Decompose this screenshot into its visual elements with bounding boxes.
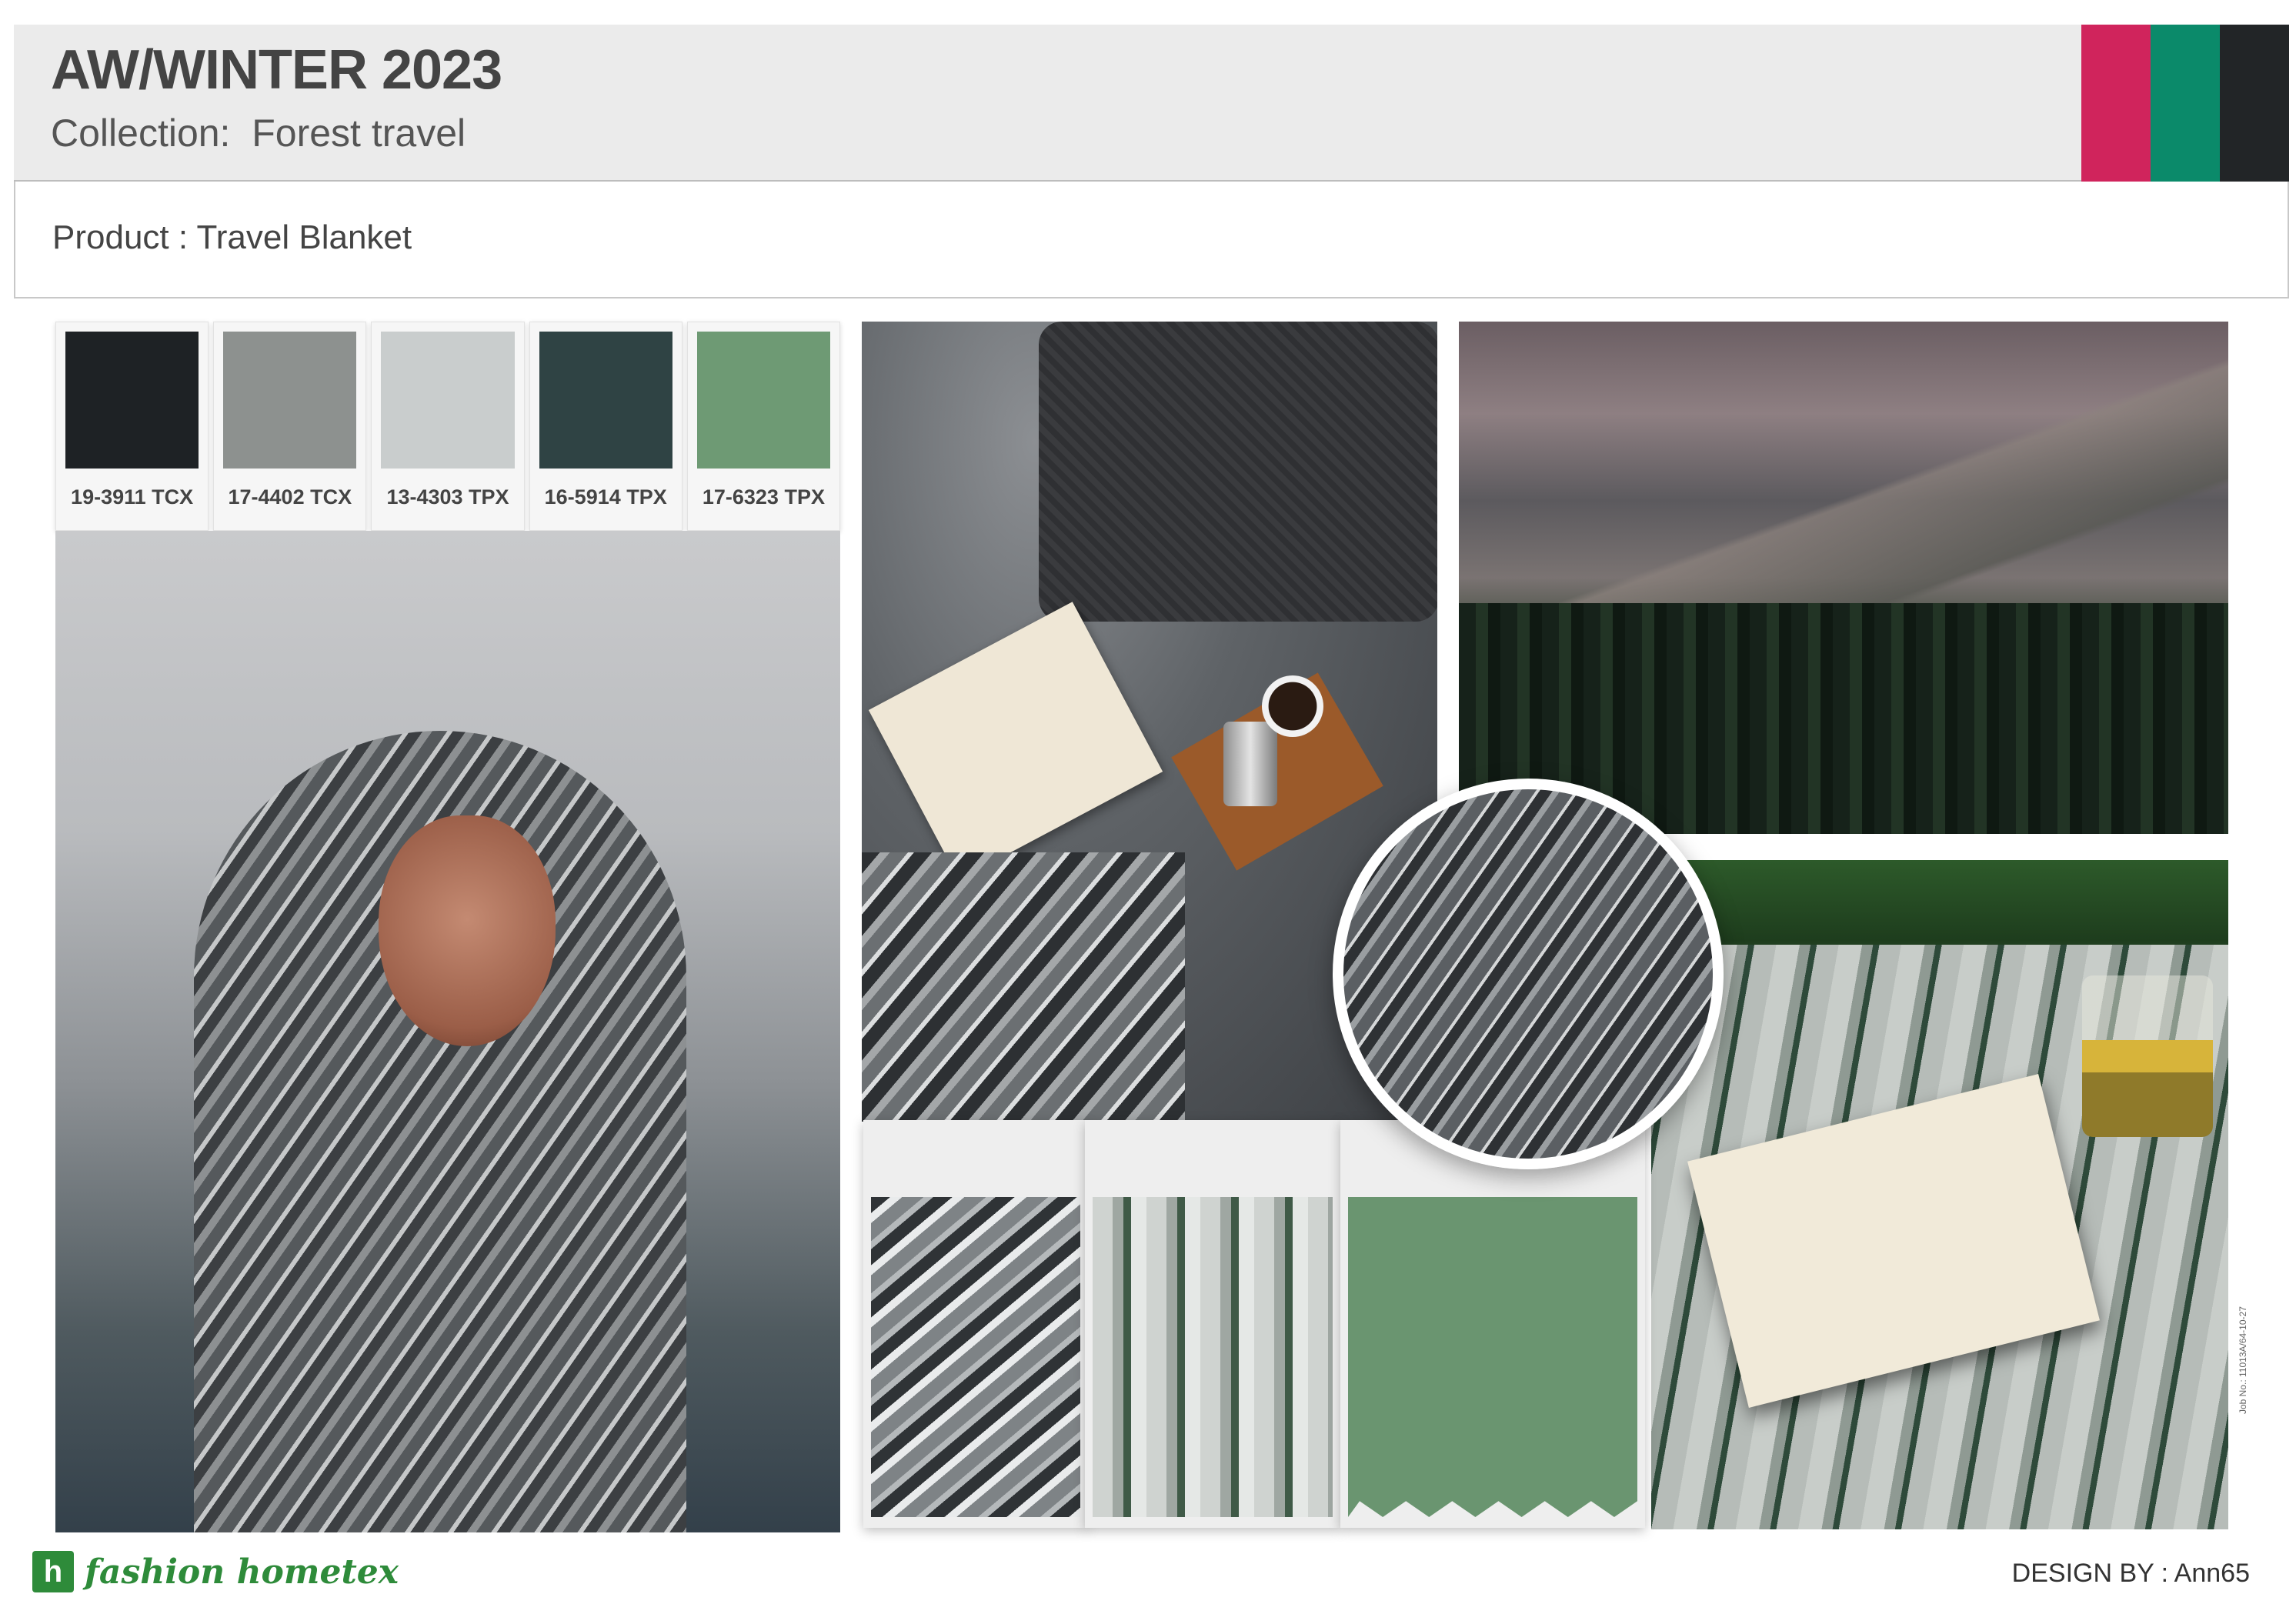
swatch-code: 17-6323 TPX [702, 485, 825, 509]
brand-bar-black [2220, 25, 2289, 182]
swatch-chip [223, 332, 357, 469]
collection-name: Forest travel [252, 112, 466, 155]
mountain-print-blanket [862, 852, 1185, 1122]
collection-label: Collection: [51, 112, 231, 155]
mountain-landscape-photo [1459, 322, 2228, 834]
fabric-card-mountain [863, 1120, 1088, 1528]
brand-color-bars [2081, 25, 2289, 182]
lemon-drink-glass [2082, 975, 2213, 1137]
swatch-code: 16-5914 TPX [544, 485, 667, 509]
header-band: AW/WINTER 2023 Collection: Forest travel [14, 25, 2289, 182]
season-title: AW/WINTER 2023 [51, 39, 502, 101]
fabric-card-trees [1085, 1120, 1340, 1528]
swatch-code: 17-4402 TCX [228, 485, 352, 509]
brand-bar-pink [2081, 25, 2151, 182]
product-line: Product : Travel Blanket [52, 218, 412, 257]
job-number: Job No.: 11013A/64-10-27 [2238, 1306, 2248, 1414]
woman-blanket-photo [55, 531, 840, 1532]
swatch-chip [539, 332, 672, 469]
open-book [868, 602, 1163, 880]
fabric-sample [871, 1197, 1080, 1517]
swatch-chip [65, 332, 199, 469]
pillow [1039, 322, 1437, 622]
fashion-hometex-logo: h fashion hometex [32, 1549, 399, 1594]
book-on-blanket-photo [1651, 860, 2228, 1529]
swatch-code: 19-3911 TCX [71, 485, 194, 509]
color-swatch: 13-4303 TPX [371, 322, 525, 531]
fh-logo-icon: h [32, 1551, 74, 1592]
color-swatch: 17-6323 TPX [686, 322, 841, 531]
moka-pot [1223, 722, 1277, 806]
swatch-chip [696, 332, 831, 469]
design-credit: DESIGN BY : Ann65 [2011, 1559, 2250, 1588]
product-label: Product : [52, 218, 189, 256]
swatch-code: 13-4303 TPX [386, 485, 509, 509]
product-band: Product : Travel Blanket [14, 182, 2289, 298]
woman-face [379, 815, 556, 1046]
fabric-sample [1348, 1197, 1637, 1517]
swatch-chip [381, 332, 515, 469]
fabric-card-solid [1340, 1120, 1645, 1528]
color-swatch: 19-3911 TCX [55, 322, 209, 531]
color-swatch: 17-4402 TCX [213, 322, 367, 531]
product-name: Travel Blanket [196, 218, 412, 256]
coffee-cup [1262, 675, 1323, 737]
color-swatch-strip: 19-3911 TCX 17-4402 TCX 13-4303 TPX 16-5… [55, 322, 841, 531]
brand-bar-green [2151, 25, 2220, 182]
fabric-sample [1093, 1197, 1333, 1517]
logo-text: fashion hometex [85, 1552, 399, 1592]
fabric-closeup-circle [1333, 779, 1724, 1169]
collection-line: Collection: Forest travel [51, 111, 466, 155]
color-swatch: 16-5914 TPX [529, 322, 682, 531]
